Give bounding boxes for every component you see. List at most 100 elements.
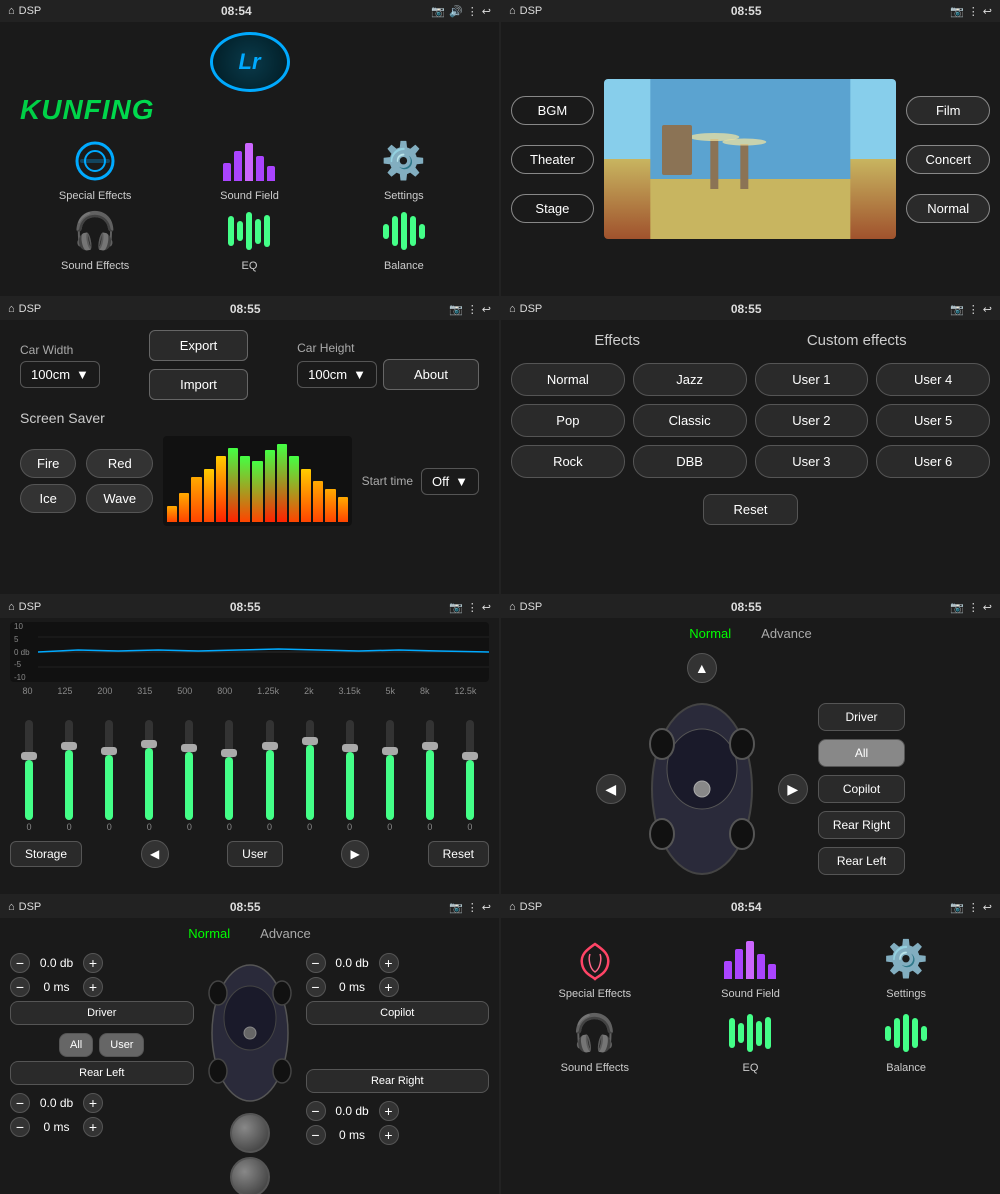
more-icon-p3[interactable]: ⋮ bbox=[467, 303, 478, 316]
rewind-button[interactable]: ◀ bbox=[141, 840, 169, 868]
rear-left-button[interactable]: Rear Left bbox=[818, 847, 905, 875]
user3-btn[interactable]: User 3 bbox=[755, 445, 869, 478]
more-icon-p8[interactable]: ⋮ bbox=[968, 901, 979, 914]
film-button[interactable]: Film bbox=[906, 96, 990, 125]
more-icon-p6[interactable]: ⋮ bbox=[968, 601, 979, 614]
user-pos-btn[interactable]: User bbox=[99, 1033, 144, 1057]
advance-mode-tab-p7[interactable]: Advance bbox=[250, 924, 321, 943]
sound-effects-item-p8[interactable]: 🎧 Sound Effects bbox=[521, 1008, 669, 1074]
left-db-minus[interactable]: − bbox=[10, 953, 30, 973]
more-icon-p5[interactable]: ⋮ bbox=[467, 601, 478, 614]
eq-reset-button[interactable]: Reset bbox=[428, 841, 489, 867]
import-button[interactable]: Import bbox=[149, 369, 249, 400]
home-icon-p5[interactable]: ⌂ bbox=[8, 601, 15, 613]
driver-button[interactable]: Driver bbox=[818, 703, 905, 731]
driver-position-btn[interactable]: Driver bbox=[10, 1001, 194, 1025]
slider-track-5k[interactable] bbox=[386, 720, 394, 820]
right-db-minus[interactable]: − bbox=[306, 953, 326, 973]
slider-track-80[interactable] bbox=[25, 720, 33, 820]
settings-item-p8[interactable]: ⚙️ Settings bbox=[832, 934, 980, 1000]
left-nav-button[interactable]: ◀ bbox=[596, 774, 626, 804]
slider-track-200[interactable] bbox=[105, 720, 113, 820]
user2-btn[interactable]: User 2 bbox=[755, 404, 869, 437]
left-ms-plus2[interactable]: + bbox=[83, 1117, 103, 1137]
classic-effect-btn[interactable]: Classic bbox=[633, 404, 747, 437]
home-icon-p2[interactable]: ⌂ bbox=[509, 5, 516, 17]
slider-track-500[interactable] bbox=[185, 720, 193, 820]
right-db-plus[interactable]: + bbox=[379, 953, 399, 973]
home-icon-p4[interactable]: ⌂ bbox=[509, 303, 516, 315]
more-icon-p4[interactable]: ⋮ bbox=[968, 303, 979, 316]
stage-button[interactable]: Stage bbox=[511, 194, 594, 223]
right-ms-minus2[interactable]: − bbox=[306, 1125, 326, 1145]
all-button[interactable]: All bbox=[818, 739, 905, 767]
advance-mode-tab[interactable]: Advance bbox=[751, 624, 822, 643]
left-db-plus2[interactable]: + bbox=[83, 1093, 103, 1113]
slider-track-2k[interactable] bbox=[306, 720, 314, 820]
slider-track-800[interactable] bbox=[225, 720, 233, 820]
left-ms-minus2[interactable]: − bbox=[10, 1117, 30, 1137]
sound-field-item[interactable]: Sound Field bbox=[174, 136, 324, 202]
left-db-plus[interactable]: + bbox=[83, 953, 103, 973]
all-pos-btn[interactable]: All bbox=[59, 1033, 93, 1057]
more-icon-p7[interactable]: ⋮ bbox=[467, 901, 478, 914]
about-button[interactable]: About bbox=[383, 359, 479, 390]
special-effects-item[interactable]: Special Effects bbox=[20, 136, 170, 202]
slider-track-125[interactable] bbox=[65, 720, 73, 820]
home-icon-p3[interactable]: ⌂ bbox=[8, 303, 15, 315]
home-icon-p8[interactable]: ⌂ bbox=[509, 901, 516, 913]
left-ms-minus[interactable]: − bbox=[10, 977, 30, 997]
user-button[interactable]: User bbox=[227, 841, 282, 867]
left-db-minus2[interactable]: − bbox=[10, 1093, 30, 1113]
normal-mode-tab[interactable]: Normal bbox=[679, 624, 741, 643]
slider-track-315[interactable] bbox=[145, 720, 153, 820]
theater-button[interactable]: Theater bbox=[511, 145, 594, 174]
home-icon-p7[interactable]: ⌂ bbox=[8, 901, 15, 913]
user5-btn[interactable]: User 5 bbox=[876, 404, 990, 437]
bgm-button[interactable]: BGM bbox=[511, 96, 594, 125]
car-width-dropdown[interactable]: 100cm ▼ bbox=[20, 361, 100, 388]
more-icon-p2[interactable]: ⋮ bbox=[968, 5, 979, 18]
up-nav-button[interactable]: ▲ bbox=[687, 653, 717, 683]
car-height-dropdown[interactable]: 100cm ▼ bbox=[297, 361, 377, 388]
user4-btn[interactable]: User 4 bbox=[876, 363, 990, 396]
slider-track-125k[interactable] bbox=[466, 720, 474, 820]
balance-item-p8[interactable]: Balance bbox=[832, 1008, 980, 1074]
user6-btn[interactable]: User 6 bbox=[876, 445, 990, 478]
right-db-minus2[interactable]: − bbox=[306, 1101, 326, 1121]
ice-button[interactable]: Ice bbox=[20, 484, 76, 513]
dbb-effect-btn[interactable]: DBB bbox=[633, 445, 747, 478]
normal-button[interactable]: Normal bbox=[906, 194, 990, 223]
right-ms-plus2[interactable]: + bbox=[379, 1125, 399, 1145]
rear-left-position-btn[interactable]: Rear Left bbox=[10, 1061, 194, 1085]
right-nav-button[interactable]: ▶ bbox=[778, 774, 808, 804]
back-icon-p4[interactable]: ↩ bbox=[983, 303, 992, 316]
right-db-plus2[interactable]: + bbox=[379, 1101, 399, 1121]
concert-button[interactable]: Concert bbox=[906, 145, 990, 174]
copilot-button[interactable]: Copilot bbox=[818, 775, 905, 803]
normal-effect-btn[interactable]: Normal bbox=[511, 363, 625, 396]
sound-effects-item[interactable]: 🎧 Sound Effects bbox=[20, 206, 170, 272]
home-icon-p6[interactable]: ⌂ bbox=[509, 601, 516, 613]
left-ms-plus[interactable]: + bbox=[83, 977, 103, 997]
back-icon-p8[interactable]: ↩ bbox=[983, 901, 992, 914]
balance-item[interactable]: Balance bbox=[329, 206, 479, 272]
rear-right-position-btn[interactable]: Rear Right bbox=[306, 1069, 490, 1093]
pop-effect-btn[interactable]: Pop bbox=[511, 404, 625, 437]
settings-item[interactable]: ⚙️ Settings bbox=[329, 136, 479, 202]
start-time-dropdown[interactable]: Off ▼ bbox=[421, 468, 479, 495]
knob-top[interactable] bbox=[230, 1113, 270, 1153]
back-icon-p7[interactable]: ↩ bbox=[482, 901, 491, 914]
back-icon-p1[interactable]: ↩ bbox=[482, 5, 491, 18]
more-icon-p1[interactable]: ⋮ bbox=[467, 5, 478, 18]
reset-button[interactable]: Reset bbox=[703, 494, 799, 525]
eq-item[interactable]: EQ bbox=[174, 206, 324, 272]
special-effects-item-p8[interactable]: Special Effects bbox=[521, 934, 669, 1000]
right-ms-minus[interactable]: − bbox=[306, 977, 326, 997]
wave-button[interactable]: Wave bbox=[86, 484, 153, 513]
jazz-effect-btn[interactable]: Jazz bbox=[633, 363, 747, 396]
back-icon-p2[interactable]: ↩ bbox=[983, 5, 992, 18]
rear-right-button[interactable]: Rear Right bbox=[818, 811, 905, 839]
right-ms-plus[interactable]: + bbox=[379, 977, 399, 997]
slider-track-315k[interactable] bbox=[346, 720, 354, 820]
